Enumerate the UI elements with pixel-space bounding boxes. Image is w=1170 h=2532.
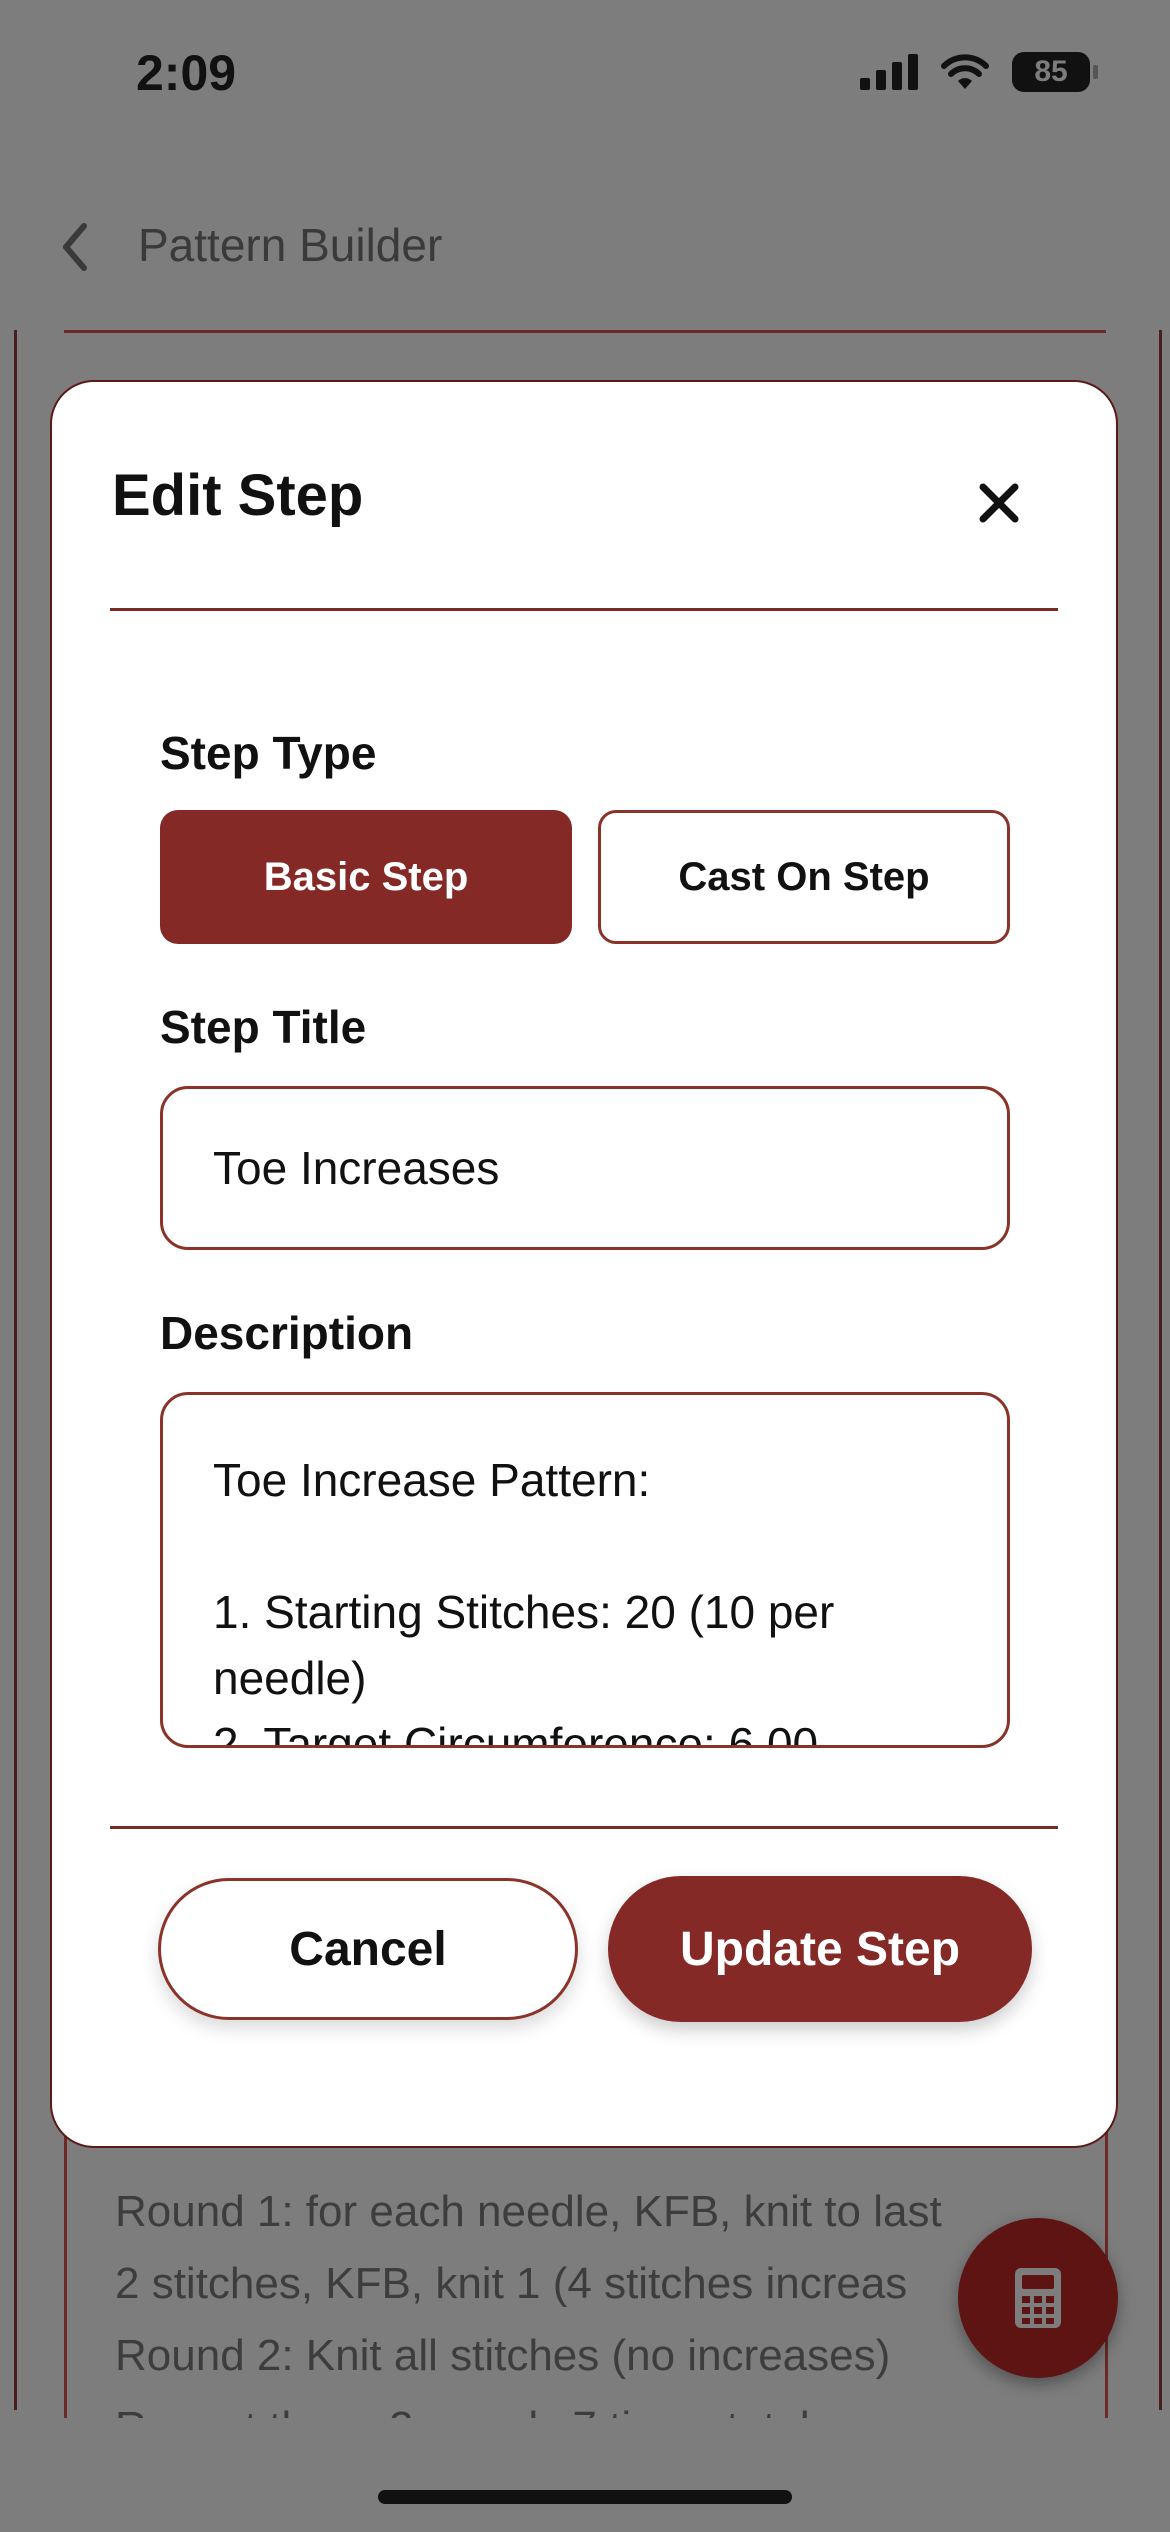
battery-indicator: 85 [1012, 52, 1098, 92]
description-label: Description [160, 1307, 414, 1359]
step-title-value: Toe Increases [213, 1142, 500, 1194]
background-card-divider [64, 330, 1106, 333]
calculator-fab[interactable] [958, 2218, 1118, 2378]
description-line: 1. Starting Stitches: 20 (10 per [213, 1586, 835, 1638]
background-step-card: Round 1: for each needle, KFB, knit to l… [64, 2120, 1108, 2423]
step-title-input[interactable]: Toe Increases [160, 1086, 1010, 1250]
description-line: needle) [213, 1652, 367, 1704]
description-line: Toe Increase Pattern: [213, 1454, 651, 1506]
modal-title: Edit Step [112, 463, 364, 528]
background-line: Round 1: for each needle, KFB, knit to l… [115, 2187, 942, 2236]
close-button[interactable] [966, 470, 1032, 536]
calculator-icon [1015, 2268, 1061, 2328]
description-content: Toe Increase Pattern: 1. Starting Stitch… [213, 1447, 933, 1748]
description-textarea[interactable]: Toe Increase Pattern: 1. Starting Stitch… [160, 1392, 1010, 1748]
chevron-left-icon[interactable] [60, 222, 90, 272]
step-title-label: Step Title [160, 1001, 367, 1053]
modal-footer-divider [110, 1826, 1058, 1829]
cancel-button[interactable]: Cancel [158, 1878, 578, 2020]
wifi-icon [941, 54, 989, 89]
background-line: Round 2: Knit all stitches (no increases… [115, 2331, 891, 2380]
step-type-label: Step Type [160, 727, 377, 779]
description-line: 2. Target Circumference: 6.00 [213, 1718, 819, 1748]
step-type-cast-on-button[interactable]: Cast On Step [598, 810, 1010, 944]
home-indicator[interactable] [378, 2490, 792, 2504]
nav-title: Pattern Builder [138, 219, 443, 271]
step-type-basic-button[interactable]: Basic Step [160, 810, 572, 944]
close-icon [979, 483, 1019, 523]
home-bar-area [0, 2418, 1170, 2532]
cellular-signal-icon [860, 54, 918, 90]
status-icons: 85 [860, 52, 1098, 92]
update-step-button[interactable]: Update Step [608, 1876, 1032, 2022]
modal-header-divider [110, 608, 1058, 611]
description-line [213, 1513, 933, 1579]
battery-level: 85 [1034, 55, 1068, 88]
status-time: 2:09 [136, 45, 237, 101]
